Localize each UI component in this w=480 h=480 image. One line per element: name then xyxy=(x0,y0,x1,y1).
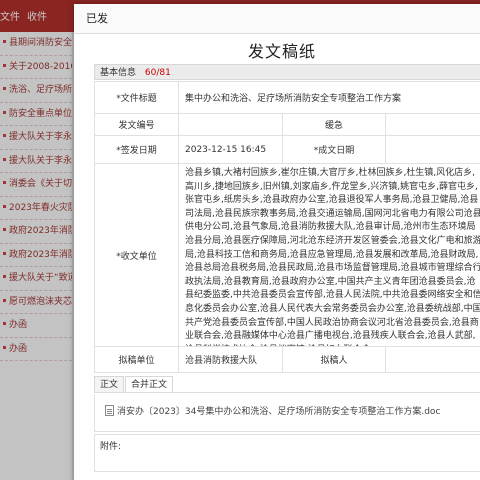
list-item-label: 愿可燃泡沫夹芯彩 xyxy=(9,296,72,307)
list-item-label: 政府2023年消防工 xyxy=(9,226,72,236)
section-label: 基本信息 xyxy=(100,68,137,78)
bullet-icon xyxy=(3,157,6,161)
drafter-label: 拟稿人 xyxy=(281,346,387,373)
final-date-value xyxy=(385,135,480,164)
document-form-title: 发文稿纸 xyxy=(247,42,316,61)
list-item-label: 办函 xyxy=(9,343,28,354)
list-item-label: 关于2008-2016年度 xyxy=(9,61,72,72)
list-item-label: 政府2023年消防工 xyxy=(9,249,72,260)
list-item[interactable]: 关于2008-2016年度 xyxy=(0,56,72,79)
list-item[interactable]: 援大队关于李永新 xyxy=(0,126,72,150)
section-count: 60/81 xyxy=(144,68,171,78)
bullet-icon xyxy=(3,204,6,208)
bullet-icon xyxy=(3,345,6,349)
list-item-label: 县期间消防安全工 xyxy=(9,38,72,48)
tab-body-text[interactable]: 正文 xyxy=(94,376,125,392)
attachments-area: 附件: xyxy=(94,434,480,472)
bullet-icon xyxy=(3,275,6,278)
sign-date-value: 2023-12-15 16:45 xyxy=(178,135,283,164)
list-item-label: 消委会《关于切实 xyxy=(9,179,72,189)
drafter-value xyxy=(385,346,480,373)
list-item[interactable]: 2023年春火灾防控 xyxy=(0,197,72,220)
list-item[interactable]: 办函 xyxy=(0,314,72,338)
list-item[interactable]: 县期间消防安全工 xyxy=(0,32,72,56)
list-item[interactable]: 援大队关于“致道 xyxy=(0,267,72,291)
list-item[interactable]: 援大队关于李永新 xyxy=(0,150,72,173)
sign-date-label: *签发日期 xyxy=(94,135,179,164)
list-item[interactable]: 消委会《关于切实 xyxy=(0,173,72,197)
bullet-icon xyxy=(3,134,6,137)
doc-title-label: *文件标题 xyxy=(94,81,179,114)
list-item[interactable]: 愿可燃泡沫夹芯彩 xyxy=(0,291,72,314)
body-file-area: 消安办〔2023〕34号集中办公和洗浴、足疗场所消防安全专项整治工作方案.doc xyxy=(94,394,480,432)
body-file-link[interactable]: 消安办〔2023〕34号集中办公和洗浴、足疗场所消防安全专项整治工作方案.doc xyxy=(117,407,440,417)
content-tabs: 正文 合并正文 xyxy=(94,376,480,393)
bullet-icon xyxy=(3,63,6,67)
urgency-label: 缓急 xyxy=(281,113,387,136)
doc-no-value xyxy=(178,113,283,136)
list-item-label: 援大队关于李永新 xyxy=(9,155,72,166)
document-list: 县期间消防安全工关于2008-2016年度洗浴、足疗场所消防安全重点单位统援大队… xyxy=(0,32,72,480)
basic-info-table: *文件标题 集中办公和洗浴、足疗场所消防安全专项整治工作方案 发文编号 缓急 *… xyxy=(94,81,480,373)
drafter-unit-value: 沧县消防救援大队 xyxy=(178,346,283,373)
bullet-icon xyxy=(3,181,6,184)
bullet-icon xyxy=(3,228,6,231)
bullet-icon xyxy=(3,251,6,255)
recipient-units-value: 沧县乡镇,大褚村回族乡,崔尔庄镇,大官厅乡,杜林回族乡,杜生镇,风化店乡,高川乡… xyxy=(178,163,480,347)
tab-inbox[interactable]: 收件 xyxy=(27,8,47,23)
list-item[interactable]: 政府2023年消防工 xyxy=(0,244,72,267)
list-item[interactable]: 政府2023年消防工 xyxy=(0,220,72,244)
bullet-icon xyxy=(3,110,6,114)
list-item[interactable]: 防安全重点单位统 xyxy=(0,103,72,126)
recipient-units-label: *收文单位 xyxy=(94,163,179,347)
list-item-label: 2023年春火灾防控 xyxy=(9,202,72,213)
urgency-value xyxy=(385,113,480,136)
tab-files[interactable]: 文件 xyxy=(0,8,22,23)
bullet-icon xyxy=(3,298,6,302)
list-item-label: 援大队关于李永新 xyxy=(9,132,72,142)
list-item-label: 洗浴、足疗场所消 xyxy=(9,85,72,95)
list-item-label: 办函 xyxy=(9,320,28,330)
list-item-label: 援大队关于“致道 xyxy=(9,273,72,283)
document-dialog: 已发 发文稿纸 基本信息 60/81 *文件标题 集中办公和洗浴、足疗场所消防安… xyxy=(74,4,480,480)
list-item[interactable]: 洗浴、足疗场所消 xyxy=(0,79,72,103)
bullet-icon xyxy=(3,40,6,43)
attachments-label: 附件: xyxy=(100,442,122,452)
list-item-label: 防安全重点单位统 xyxy=(9,108,72,119)
tab-merged-text[interactable]: 合并正文 xyxy=(125,376,174,392)
section-basic-info: 基本信息 60/81 xyxy=(94,64,480,80)
bullet-icon xyxy=(3,87,6,90)
document-icon xyxy=(105,405,114,416)
bullet-icon xyxy=(3,322,6,325)
dialog-title: 已发 xyxy=(74,4,480,34)
doc-title-value: 集中办公和洗浴、足疗场所消防安全专项整治工作方案 xyxy=(178,81,480,114)
list-item[interactable]: 办函 xyxy=(0,338,72,361)
drafter-unit-label: 拟稿单位 xyxy=(94,346,179,373)
doc-no-label: 发文编号 xyxy=(94,113,179,136)
final-date-label: *成文日期 xyxy=(281,135,387,164)
